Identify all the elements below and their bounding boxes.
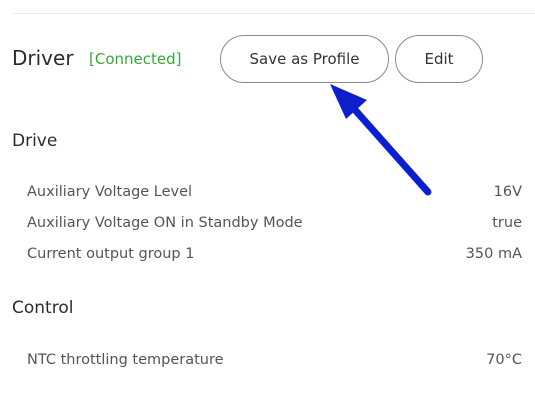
section-title-drive: Drive xyxy=(12,131,58,151)
connection-status: [Connected] xyxy=(89,50,182,68)
row-label: Auxiliary Voltage ON in Standby Mode xyxy=(27,215,303,231)
section-title-control: Control xyxy=(12,298,74,318)
row-label: Auxiliary Voltage Level xyxy=(27,184,193,200)
edit-button[interactable]: Edit xyxy=(395,35,483,83)
row-label: Current output group 1 xyxy=(27,246,195,262)
row-value: 350 mA xyxy=(465,246,522,262)
row-value: 16V xyxy=(493,184,522,200)
page-title: Driver xyxy=(12,46,74,70)
row-value: true xyxy=(492,215,522,231)
save-as-profile-button[interactable]: Save as Profile xyxy=(220,35,389,83)
row-value: 70°C xyxy=(486,352,522,368)
top-divider xyxy=(12,13,535,14)
row-label: NTC throttling temperature xyxy=(27,352,224,368)
